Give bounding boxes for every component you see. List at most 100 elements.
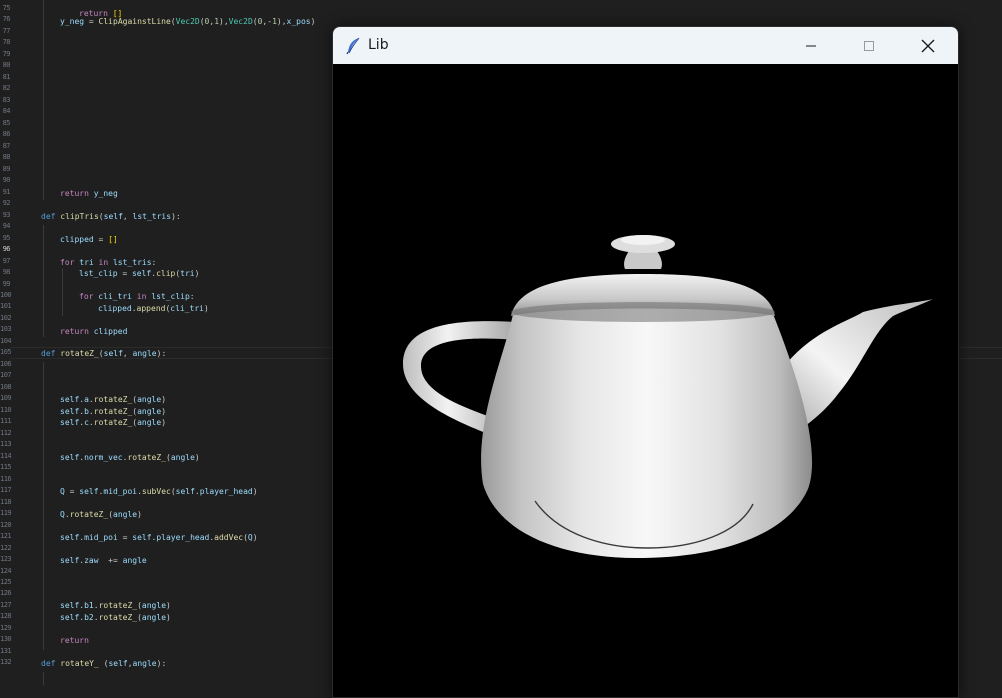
code-token: in bbox=[131, 292, 152, 301]
code-token: lst_clip bbox=[151, 292, 190, 301]
code-line: self.norm_vec.rotateZ_(angle) bbox=[60, 453, 200, 463]
code-line: Q.rotateZ_(angle) bbox=[60, 510, 142, 520]
line-number: 105 bbox=[0, 348, 12, 357]
code-token: ), bbox=[276, 17, 287, 26]
app-window[interactable]: Lib bbox=[332, 26, 959, 698]
close-icon bbox=[921, 39, 935, 52]
code-token: lst_tris bbox=[112, 258, 152, 267]
code-token: ): bbox=[171, 212, 181, 221]
code-token: y_neg bbox=[93, 189, 118, 198]
code-token: = bbox=[117, 533, 133, 542]
code-line: self.mid_poi = self.player_head.addVec(Q… bbox=[60, 533, 258, 543]
indent-guide bbox=[43, 225, 44, 337]
code-line: self.c.rotateZ_(angle) bbox=[60, 418, 166, 428]
line-number: 114 bbox=[0, 451, 12, 460]
line-number: 91 bbox=[2, 187, 11, 196]
code-token: angle bbox=[132, 349, 157, 358]
line-number: 122 bbox=[0, 543, 12, 552]
line-number: 90 bbox=[2, 176, 11, 185]
code-token: angle bbox=[141, 601, 167, 610]
code-line: Q = self.mid_poi.subVec(self.player_head… bbox=[60, 487, 258, 497]
window-title: Lib bbox=[368, 37, 389, 53]
indent-guide bbox=[43, 0, 44, 200]
code-token: ): bbox=[156, 659, 167, 668]
line-number: 115 bbox=[0, 463, 12, 472]
code-token: ) bbox=[252, 487, 258, 496]
line-number: 75 bbox=[2, 4, 11, 12]
indent-guide bbox=[43, 672, 44, 685]
line-number: 109 bbox=[0, 394, 12, 403]
code-token: b1 bbox=[84, 601, 94, 610]
code-token: tri bbox=[79, 258, 94, 267]
code-line: for cli_tri in lst_clip: bbox=[79, 292, 195, 302]
maximize-button[interactable] bbox=[840, 27, 898, 64]
code-token: angle bbox=[141, 613, 167, 622]
code-token: self bbox=[175, 487, 195, 496]
code-token: ): bbox=[156, 349, 167, 358]
code-token: angle bbox=[137, 407, 162, 416]
line-number: 80 bbox=[2, 61, 11, 70]
code-token: rotateZ_ bbox=[69, 510, 109, 519]
line-number: 116 bbox=[0, 474, 12, 483]
code-token: angle bbox=[137, 395, 162, 404]
code-token: ClipAgainstLine bbox=[98, 17, 171, 26]
line-number: 126 bbox=[0, 589, 12, 598]
indent-guide bbox=[43, 362, 44, 650]
code-token: : bbox=[189, 292, 195, 301]
code-token: zaw bbox=[84, 556, 99, 565]
line-number-gutter: 75 76 77 78 79 80 81 82 83 84 85 86 87 88 89 90 91 92 93 94… bbox=[0, 0, 12, 685]
code-token: clipped bbox=[98, 304, 132, 313]
code-line: self.b2.rotateZ_(angle) bbox=[60, 613, 171, 623]
line-number: 97 bbox=[2, 256, 11, 265]
line-number: 93 bbox=[2, 210, 11, 219]
code-token: self bbox=[103, 212, 123, 221]
code-token: clip bbox=[156, 269, 176, 278]
line-number: 110 bbox=[0, 405, 12, 414]
feather-icon bbox=[345, 37, 361, 55]
close-button[interactable] bbox=[899, 27, 957, 64]
code-token: angle bbox=[113, 510, 138, 519]
code-token: self bbox=[60, 407, 80, 416]
line-number: 81 bbox=[2, 72, 11, 81]
code-line: return bbox=[60, 636, 89, 646]
minimize-icon bbox=[806, 45, 816, 46]
line-number: 86 bbox=[2, 130, 11, 139]
window-titlebar[interactable]: Lib bbox=[333, 27, 958, 64]
code-token: ) bbox=[252, 533, 258, 542]
code-token: tri bbox=[180, 269, 195, 278]
code-token: cli_tri bbox=[170, 304, 204, 313]
code-token: = bbox=[84, 17, 99, 26]
code-line: return y_neg bbox=[60, 189, 118, 199]
code-token: Vec2D bbox=[228, 17, 253, 26]
code-token: ,- bbox=[262, 17, 273, 26]
line-number: 119 bbox=[0, 509, 12, 518]
render-canvas[interactable] bbox=[333, 64, 958, 697]
code-token: def bbox=[41, 659, 61, 668]
code-token: y_neg bbox=[60, 17, 85, 26]
code-line: return clipped bbox=[60, 327, 127, 337]
code-token: self bbox=[79, 487, 99, 496]
code-token: clipped bbox=[60, 235, 94, 244]
code-token: rotateY_ bbox=[60, 659, 99, 668]
code-token: = bbox=[117, 269, 132, 278]
minimize-button[interactable] bbox=[782, 27, 840, 64]
code-token: ) bbox=[161, 407, 167, 416]
code-line: self.a.rotateZ_(angle) bbox=[60, 395, 166, 405]
code-token: angle bbox=[122, 556, 147, 565]
code-token: subVec bbox=[141, 487, 171, 496]
line-number: 103 bbox=[0, 325, 12, 334]
line-number: 92 bbox=[2, 199, 11, 208]
line-number: 132 bbox=[0, 658, 12, 667]
code-token: ) bbox=[194, 453, 200, 462]
code-token: return bbox=[60, 189, 94, 198]
code-line: def rotateY_ (self,angle): bbox=[41, 659, 166, 669]
line-number: 121 bbox=[0, 532, 12, 541]
line-number: 102 bbox=[0, 313, 12, 322]
code-token: [] bbox=[108, 235, 118, 244]
line-number: 89 bbox=[2, 164, 11, 173]
line-number: 106 bbox=[0, 359, 12, 368]
line-number: 108 bbox=[0, 382, 12, 391]
code-token: , bbox=[122, 349, 133, 358]
code-token: angle bbox=[137, 418, 162, 427]
code-token: for bbox=[79, 292, 99, 301]
